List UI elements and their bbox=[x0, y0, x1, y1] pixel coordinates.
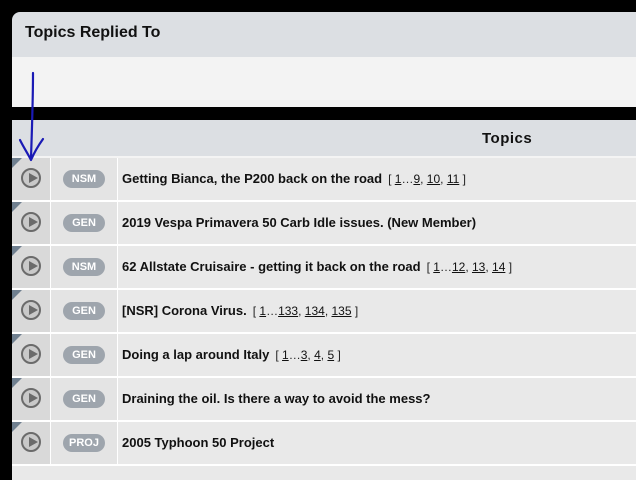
row-tag-cell: GEN bbox=[50, 334, 118, 376]
page-link[interactable]: 133 bbox=[278, 304, 298, 318]
page-link[interactable]: 13 bbox=[472, 260, 485, 274]
corner-marker-icon bbox=[12, 246, 22, 256]
page-link[interactable]: 14 bbox=[492, 260, 505, 274]
row-title-cell: 62 Allstate Cruisaire - getting it back … bbox=[122, 259, 512, 274]
topic-title-link[interactable]: 62 Allstate Cruisaire - getting it back … bbox=[122, 259, 421, 274]
page-link[interactable]: 134 bbox=[305, 304, 325, 318]
row-icon-cell bbox=[12, 202, 50, 244]
page-link[interactable]: 1 bbox=[395, 172, 402, 186]
topic-title-link[interactable]: [NSR] Corona Virus. bbox=[122, 303, 247, 318]
row-tag-cell: PROJ bbox=[50, 422, 118, 464]
forum-tag-badge: NSM bbox=[63, 170, 105, 188]
row-title-cell: 2005 Typhoon 50 Project bbox=[122, 435, 274, 450]
page-link[interactable]: 135 bbox=[331, 304, 351, 318]
row-icon-cell bbox=[12, 290, 50, 332]
row-title-cell: [NSR] Corona Virus. [ 1…133, 134, 135 ] bbox=[122, 303, 358, 318]
table-row: NSM 62 Allstate Cruisaire - getting it ba… bbox=[12, 246, 636, 290]
play-circle-icon[interactable] bbox=[21, 256, 41, 276]
page-link[interactable]: 11 bbox=[447, 172, 459, 186]
table-row: GEN Doing a lap around Italy [ 1…3, 4, 5 ] bbox=[12, 334, 636, 378]
play-circle-icon[interactable] bbox=[21, 300, 41, 320]
table-row: GEN 2019 Vespa Primavera 50 Carb Idle iss… bbox=[12, 202, 636, 246]
play-circle-icon[interactable] bbox=[21, 168, 41, 188]
forum-tag-badge: NSM bbox=[63, 258, 105, 276]
forum-tag-badge: GEN bbox=[63, 214, 105, 232]
corner-marker-icon bbox=[12, 422, 22, 432]
play-circle-icon[interactable] bbox=[21, 388, 41, 408]
forum-tag-badge: PROJ bbox=[63, 434, 105, 452]
row-tag-cell: GEN bbox=[50, 202, 118, 244]
page-link[interactable]: 5 bbox=[327, 348, 334, 362]
table-row: GEN [NSR] Corona Virus. [ 1…133, 134, 135 … bbox=[12, 290, 636, 334]
table-row: PROJ 2005 Typhoon 50 Project bbox=[12, 422, 636, 466]
page-link[interactable]: 12 bbox=[452, 260, 465, 274]
play-circle-icon[interactable] bbox=[21, 212, 41, 232]
page-link[interactable]: 3 bbox=[301, 348, 308, 362]
topics-column-header: Topics bbox=[482, 130, 533, 147]
panel-title: Topics Replied To bbox=[25, 24, 161, 41]
corner-marker-icon bbox=[12, 158, 22, 168]
page-links: [ 1…133, 134, 135 ] bbox=[252, 304, 359, 318]
page-link[interactable]: 9 bbox=[413, 172, 420, 186]
row-icon-cell bbox=[12, 334, 50, 376]
forum-tag-badge: GEN bbox=[63, 346, 105, 364]
row-title-cell: Draining the oil. Is there a way to avoi… bbox=[122, 391, 430, 406]
table-row: GEN Draining the oil. Is there a way to a… bbox=[12, 378, 636, 422]
corner-marker-icon bbox=[12, 378, 22, 388]
page-links: [ 1…3, 4, 5 ] bbox=[275, 348, 341, 362]
row-icon-cell bbox=[12, 246, 50, 288]
table-row: NSM Getting Bianca, the P200 back on the … bbox=[12, 158, 636, 202]
topics-replied-panel: Topics Replied To bbox=[12, 12, 636, 107]
topic-title-link[interactable]: Getting Bianca, the P200 back on the roa… bbox=[122, 171, 382, 186]
forum-tag-badge: GEN bbox=[63, 390, 105, 408]
forum-tag-badge: GEN bbox=[63, 302, 105, 320]
page-link[interactable]: 1 bbox=[433, 260, 440, 274]
row-tag-cell: GEN bbox=[50, 290, 118, 332]
row-icon-cell bbox=[12, 158, 50, 200]
corner-marker-icon bbox=[12, 334, 22, 344]
play-circle-icon[interactable] bbox=[21, 344, 41, 364]
row-title-cell: Getting Bianca, the P200 back on the roa… bbox=[122, 171, 466, 186]
row-icon-cell bbox=[12, 422, 50, 464]
row-tag-cell: NSM bbox=[50, 246, 118, 288]
page-link[interactable]: 4 bbox=[314, 348, 321, 362]
page-links: [ 1…9, 10, 11 ] bbox=[388, 172, 466, 186]
corner-marker-icon bbox=[12, 290, 22, 300]
page-link[interactable]: 1 bbox=[282, 348, 289, 362]
topic-title-link[interactable]: 2005 Typhoon 50 Project bbox=[122, 435, 274, 450]
topic-title-link[interactable]: Draining the oil. Is there a way to avoi… bbox=[122, 391, 430, 406]
panel-subheader bbox=[12, 57, 636, 107]
topics-table: Topics NSM Getting Bianca, the P200 back … bbox=[12, 120, 636, 480]
page-link[interactable]: 1 bbox=[259, 304, 266, 318]
table-header: Topics bbox=[12, 120, 636, 158]
row-tag-cell: NSM bbox=[50, 158, 118, 200]
play-circle-icon[interactable] bbox=[21, 432, 41, 452]
page-links: [ 1…12, 13, 14 ] bbox=[426, 260, 513, 274]
row-title-cell: 2019 Vespa Primavera 50 Carb Idle issues… bbox=[122, 215, 476, 230]
topic-title-link[interactable]: Doing a lap around Italy bbox=[122, 347, 269, 362]
row-title-cell: Doing a lap around Italy [ 1…3, 4, 5 ] bbox=[122, 347, 341, 362]
corner-marker-icon bbox=[12, 202, 22, 212]
row-icon-cell bbox=[12, 378, 50, 420]
topic-title-link[interactable]: 2019 Vespa Primavera 50 Carb Idle issues… bbox=[122, 215, 476, 230]
page-link[interactable]: 10 bbox=[427, 172, 440, 186]
row-tag-cell: GEN bbox=[50, 378, 118, 420]
